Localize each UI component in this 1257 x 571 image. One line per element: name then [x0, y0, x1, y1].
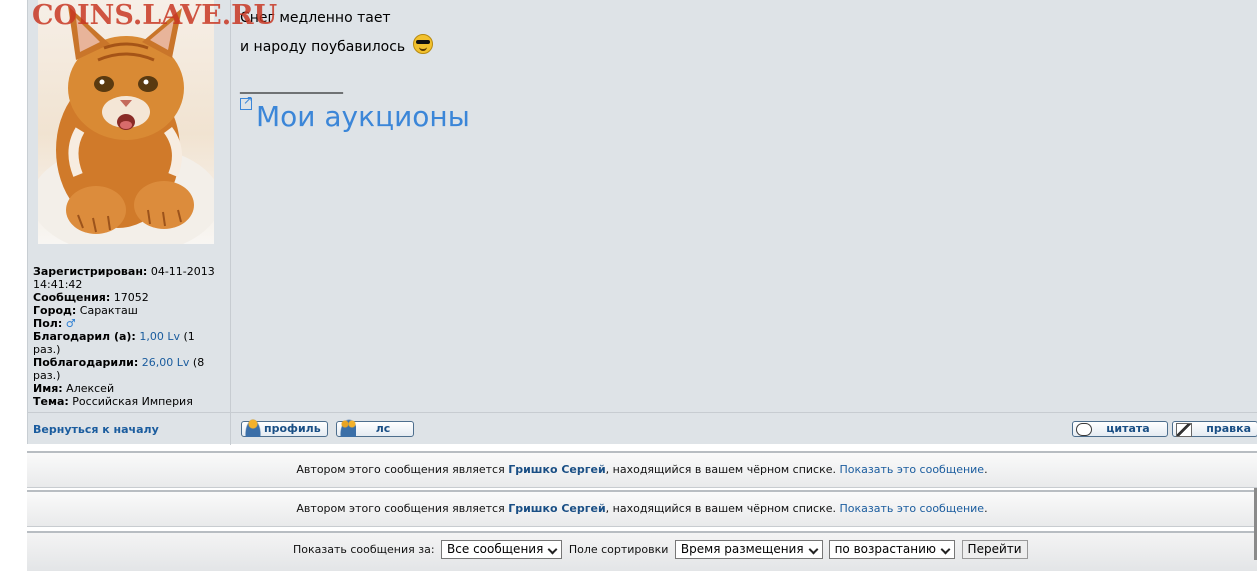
city-label: Город: — [33, 304, 77, 317]
thanked-by-row: Поблагодарили: 26,00 Lv (8 раз.) — [33, 356, 225, 382]
display-options-controls: Показать сообщения за: Все сообщения Пол… — [293, 540, 1028, 559]
thanked-amount-link[interactable]: 1,00 Lv — [139, 330, 180, 343]
notice-middle: , находящийся в вашем чёрном списке. — [605, 502, 840, 515]
notice-prefix: Автором этого сообщения является — [296, 502, 509, 515]
name-label: Имя: — [33, 382, 63, 395]
footer-divider — [230, 413, 231, 445]
gender-row: Пол: ♂ — [33, 317, 225, 330]
display-options-bar: Показать сообщения за: Все сообщения Пол… — [27, 531, 1257, 571]
thanked-label: Благодарил (а): — [33, 330, 136, 343]
private-message-button[interactable]: лс — [336, 419, 414, 437]
blocked-post-notice: Автором этого сообщения является Гришко … — [27, 490, 1257, 527]
show-messages-label: Показать сообщения за: — [293, 543, 435, 556]
notice-prefix: Автором этого сообщения является — [296, 463, 509, 476]
name-row: Имя: Алексей — [33, 382, 225, 395]
site-watermark: COINS.LAVE.RU — [32, 0, 278, 31]
messages-row: Сообщения: 17052 — [33, 291, 225, 304]
topic-label: Тема: — [33, 395, 69, 408]
go-button[interactable]: Перейти — [961, 540, 1028, 559]
author-profile-panel: Зарегистрирован: 04-11-2013 14:41:42 Соо… — [28, 0, 231, 412]
quote-bubble-icon — [1076, 423, 1092, 436]
thanked-by-amount-link[interactable]: 26,00 Lv — [142, 356, 190, 369]
user-avatar — [38, 0, 214, 244]
name-value: Алексей — [66, 382, 115, 395]
post-line-2: и народу поубавилось — [240, 39, 406, 55]
quote-button-label: цитата — [1106, 422, 1150, 435]
city-value: Саракташ — [79, 304, 138, 317]
period-select[interactable]: Все сообщения — [441, 540, 563, 559]
show-post-link[interactable]: Показать это сообщение — [840, 502, 985, 515]
profile-button-label: профиль — [264, 422, 321, 435]
thanked-by-label: Поблагодарили: — [33, 356, 139, 369]
blocked-author-name: Гришко Сергей — [508, 502, 606, 515]
post-line-2-row: и народу поубавилось — [240, 33, 434, 62]
notice-suffix: . — [984, 502, 988, 515]
show-post-link[interactable]: Показать это сообщение — [840, 463, 985, 476]
male-gender-icon: ♂ — [65, 317, 76, 330]
blocked-author-name: Гришко Сергей — [508, 463, 606, 476]
topic-row: Тема: Российская Империя — [33, 395, 225, 408]
topic-value: Российская Империя — [72, 395, 193, 408]
user-profile-icon — [245, 419, 261, 437]
city-row: Город: Саракташ — [33, 304, 225, 317]
my-auctions-label: Мои аукционы — [256, 100, 470, 133]
messages-value: 17052 — [113, 291, 149, 304]
registered-row: Зарегистрирован: 04-11-2013 14:41:42 — [33, 265, 225, 291]
quote-button[interactable]: цитата — [1072, 421, 1168, 437]
sunglasses-smiley-icon — [413, 34, 434, 54]
back-to-top-link[interactable]: Вернуться к началу — [33, 423, 159, 436]
my-auctions-link[interactable]: Мои аукционы — [240, 93, 470, 133]
forum-post: Зарегистрирован: 04-11-2013 14:41:42 Соо… — [27, 0, 1257, 445]
sort-order-select[interactable]: по возрастанию — [828, 540, 956, 559]
kitten-avatar-image — [38, 6, 214, 244]
notice-suffix: . — [984, 463, 988, 476]
edit-button[interactable]: правка — [1172, 421, 1257, 437]
blocked-post-notice: Автором этого сообщения является Гришко … — [27, 451, 1257, 488]
registered-label: Зарегистрирован: — [33, 265, 148, 278]
profile-details: Зарегистрирован: 04-11-2013 14:41:42 Соо… — [33, 265, 225, 408]
signature-separator: _________________ — [240, 78, 343, 94]
external-link-icon — [240, 93, 253, 110]
edit-button-label: правка — [1206, 422, 1251, 435]
edit-pencil-icon — [1176, 423, 1192, 437]
sort-field-label: Поле сортировки — [568, 543, 669, 556]
sort-field-select[interactable]: Время размещения — [674, 540, 823, 559]
pm-button-label: лс — [375, 422, 391, 435]
private-message-icon — [340, 419, 356, 437]
profile-button[interactable]: профиль — [241, 419, 328, 437]
post-footer-row: Вернуться к началу профиль лс цитата пра… — [28, 412, 1257, 445]
messages-label: Сообщения: — [33, 291, 111, 304]
gender-label: Пол: — [33, 317, 63, 330]
notice-middle: , находящийся в вашем чёрном списке. — [605, 463, 840, 476]
thanked-row: Благодарил (а): 1,00 Lv (1 раз.) — [33, 330, 225, 356]
